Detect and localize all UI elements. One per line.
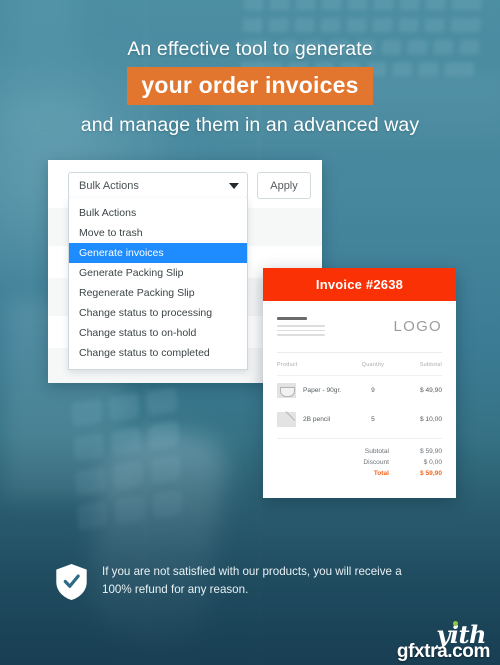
invoice-title: Invoice #2638 (263, 268, 456, 301)
headline-highlight: your order invoices (127, 67, 373, 105)
product-subtotal: $ 10,00 (420, 415, 442, 423)
invoice-address-placeholder (277, 315, 325, 339)
dropdown-item-status-completed[interactable]: Change status to completed (69, 343, 247, 363)
headline-line-1: An effective tool to generate (127, 38, 373, 60)
product-name: 2B pencil (303, 415, 331, 423)
dropdown-item-regenerate-packing-slip[interactable]: Regenerate Packing Slip (69, 283, 247, 303)
dropdown-item-status-on-hold[interactable]: Change status to on-hold (69, 323, 247, 343)
headline: An effective tool to generate your order… (0, 36, 500, 138)
chevron-down-icon (229, 182, 239, 189)
product-quantity: 5 (371, 415, 375, 423)
apply-button[interactable]: Apply (257, 172, 311, 199)
pencil-icon (277, 411, 296, 427)
totals-label: Total (373, 469, 389, 477)
dropdown-item-move-to-trash[interactable]: Move to trash (69, 223, 247, 243)
dropdown-item-generate-packing-slip[interactable]: Generate Packing Slip (69, 263, 247, 283)
totals-row-subtotal: Subtotal $ 59,90 (277, 448, 442, 455)
totals-row-discount: Discount $ 0,00 (277, 459, 442, 466)
bulk-actions-select[interactable]: Bulk Actions (68, 172, 248, 199)
product-quantity: 9 (371, 386, 375, 394)
product-name: Paper - 90gr. (303, 386, 342, 394)
logo-dot-icon (453, 621, 458, 626)
table-row: Paper - 90gr. 9 $ 49,90 (277, 376, 442, 405)
dropdown-item-status-processing[interactable]: Change status to processing (69, 303, 247, 323)
totals-value: $ 59,90 (420, 447, 442, 455)
headline-line-3: and manage them in an advanced way (80, 114, 420, 136)
column-header-product: Product (277, 361, 298, 368)
invoice-card: Invoice #2638 LOGO Product Quantity Subt… (263, 268, 456, 498)
dropdown-item-generate-invoices[interactable]: Generate invoices (69, 243, 247, 263)
promo-banner: An effective tool to generate your order… (0, 0, 500, 665)
totals-row-total: Total $ 59,90 (277, 470, 442, 477)
totals-value: $ 0,00 (423, 458, 442, 466)
column-header-quantity: Quantity (361, 361, 385, 368)
watermark: gfxtra.com (396, 641, 491, 662)
headline-highlight-wrap: your order invoices (0, 67, 500, 105)
bulk-actions-value: Bulk Actions (79, 179, 139, 192)
envelope-icon (277, 382, 296, 398)
invoice-totals: Subtotal $ 59,90 Discount $ 0,00 Total $… (277, 437, 442, 477)
column-header-subtotal: Subtotal (419, 361, 442, 368)
invoice-logo: LOGO (393, 318, 442, 335)
totals-label: Discount (363, 458, 389, 466)
bulk-actions-row: Bulk Actions Apply (68, 172, 311, 199)
table-row: 2B pencil 5 $ 10,00 (277, 405, 442, 434)
bulk-actions-dropdown[interactable]: Bulk Actions Move to trash Generate invo… (68, 198, 248, 370)
invoice-table-header: Product Quantity Subtotal (277, 362, 442, 376)
invoice-items-table: Product Quantity Subtotal Paper - 90gr. … (277, 362, 442, 477)
product-subtotal: $ 49,90 (420, 386, 442, 394)
guarantee-block: If you are not satisfied with our produc… (55, 563, 432, 601)
shield-check-icon (56, 563, 87, 601)
invoice-header-block: LOGO (277, 315, 442, 353)
dropdown-item-bulk-actions[interactable]: Bulk Actions (69, 203, 247, 223)
totals-label: Subtotal (364, 447, 389, 455)
totals-value: $ 59,90 (420, 469, 442, 477)
guarantee-text: If you are not satisfied with our produc… (102, 565, 402, 596)
